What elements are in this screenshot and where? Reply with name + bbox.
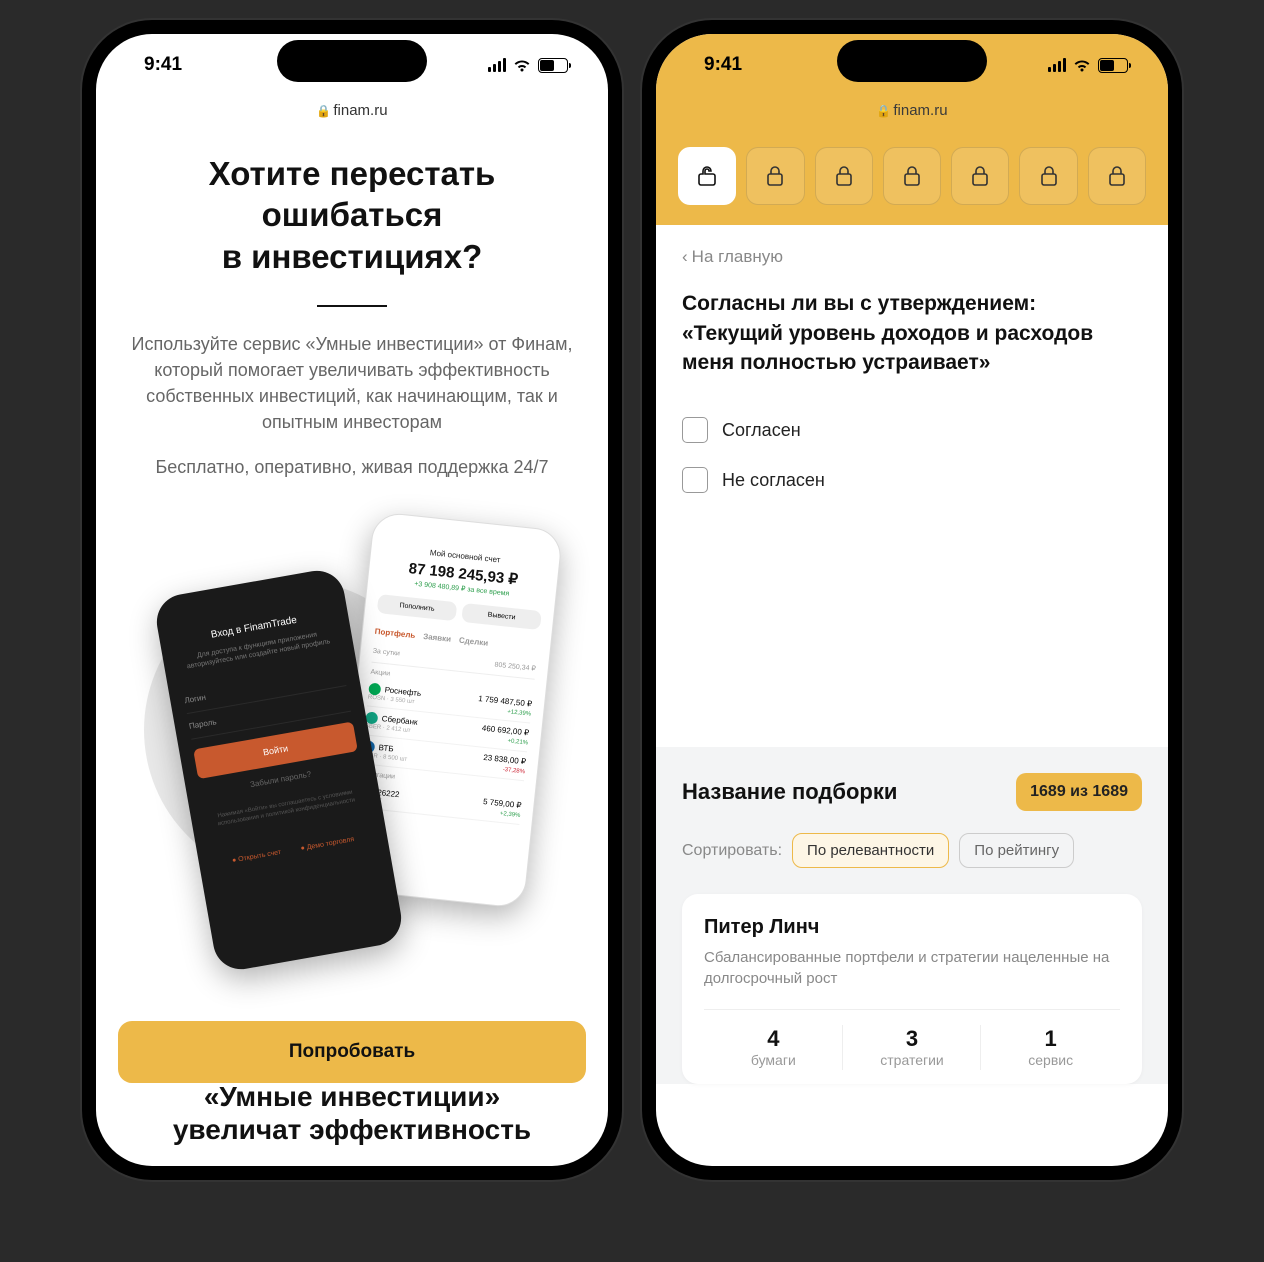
battery-icon xyxy=(1098,58,1128,73)
phone-mockup-left: 9:41 🔒finam.ru Хотите перестать ошибатьс… xyxy=(82,20,622,1180)
wifi-icon xyxy=(512,58,532,73)
try-button[interactable]: Попробовать xyxy=(118,1021,586,1083)
option-agree[interactable]: Согласен xyxy=(682,405,1142,455)
option-disagree[interactable]: Не согласен xyxy=(682,455,1142,505)
status-time: 9:41 xyxy=(144,54,182,76)
stat-papers: 4 бумаги xyxy=(704,1010,843,1084)
question-title: Согласны ли вы с утверждением: «Текущий … xyxy=(682,289,1142,377)
screen-quiz: 9:41 🔒finam.ru xyxy=(656,34,1168,1166)
progress-step-5[interactable] xyxy=(951,147,1009,205)
landing-description: Используйте сервис «Умные инвестиции» от… xyxy=(124,331,580,435)
progress-step-7[interactable] xyxy=(1088,147,1146,205)
progress-lock-row xyxy=(656,133,1168,225)
card-title: Питер Линч xyxy=(704,916,1120,939)
status-time: 9:41 xyxy=(704,54,742,76)
unlock-icon xyxy=(697,165,717,187)
wifi-icon xyxy=(1072,58,1092,73)
progress-step-3[interactable] xyxy=(815,147,873,205)
back-link[interactable]: ‹ На главную xyxy=(682,247,1142,267)
status-icons xyxy=(1048,58,1128,73)
lock-icon xyxy=(834,165,854,187)
landing-illustration: Мой основной счет 87 198 245,93 ₽ +3 908… xyxy=(124,500,580,940)
lock-icon xyxy=(902,165,922,187)
collection-section: Название подборки 1689 из 1689 Сортирова… xyxy=(656,747,1168,1084)
signal-icon xyxy=(488,58,506,72)
stat-service: 1 сервис xyxy=(981,1010,1120,1084)
status-icons xyxy=(488,58,568,73)
url-domain: finam.ru xyxy=(333,102,387,119)
stat-strategies: 3 стратегии xyxy=(843,1010,982,1084)
collection-count-badge: 1689 из 1689 xyxy=(1016,773,1142,811)
screen-landing: 9:41 🔒finam.ru Хотите перестать ошибатьс… xyxy=(96,34,608,1166)
collection-card[interactable]: Питер Линч Сбалансированные портфели и с… xyxy=(682,894,1142,1084)
lock-icon: 🔒 xyxy=(316,104,331,118)
chevron-left-icon: ‹ xyxy=(682,247,688,267)
sort-row: Сортировать: По релевантности По рейтинг… xyxy=(682,833,1142,868)
card-stats-row: 4 бумаги 3 стратегии 1 сервис xyxy=(704,1009,1120,1084)
lock-icon: 🔒 xyxy=(876,104,891,118)
landing-subtext: Бесплатно, оперативно, живая поддержка 2… xyxy=(124,455,580,480)
lock-icon xyxy=(970,165,990,187)
device-notch xyxy=(837,40,987,82)
lock-icon xyxy=(1107,165,1127,187)
url-domain: finam.ru xyxy=(893,102,947,119)
battery-icon xyxy=(538,58,568,73)
lock-icon xyxy=(765,165,785,187)
landing-content: Хотите перестать ошибаться в инвестициях… xyxy=(96,133,608,1159)
sort-chip-rating[interactable]: По рейтингу xyxy=(959,833,1074,868)
landing-next-heading: «Умные инвестиции» увеличат эффективност… xyxy=(96,1080,608,1159)
lock-icon xyxy=(1039,165,1059,187)
quiz-body: ‹ На главную Согласны ли вы с утверждени… xyxy=(656,225,1168,527)
title-divider xyxy=(317,305,387,307)
progress-step-6[interactable] xyxy=(1019,147,1077,205)
sort-chip-relevance[interactable]: По релевантности xyxy=(792,833,949,868)
checkbox-icon xyxy=(682,417,708,443)
sort-label: Сортировать: xyxy=(682,842,782,860)
progress-step-2[interactable] xyxy=(746,147,804,205)
progress-step-1-active[interactable] xyxy=(678,147,736,205)
browser-url-bar[interactable]: 🔒finam.ru xyxy=(656,96,1168,133)
checkbox-icon xyxy=(682,467,708,493)
landing-title: Хотите перестать ошибаться в инвестициях… xyxy=(124,153,580,277)
device-notch xyxy=(277,40,427,82)
card-description: Сбалансированные портфели и стратегии на… xyxy=(704,947,1120,989)
collection-title: Название подборки xyxy=(682,779,897,805)
progress-step-4[interactable] xyxy=(883,147,941,205)
browser-url-bar[interactable]: 🔒finam.ru xyxy=(96,96,608,133)
signal-icon xyxy=(1048,58,1066,72)
phone-mockup-right: 9:41 🔒finam.ru xyxy=(642,20,1182,1180)
